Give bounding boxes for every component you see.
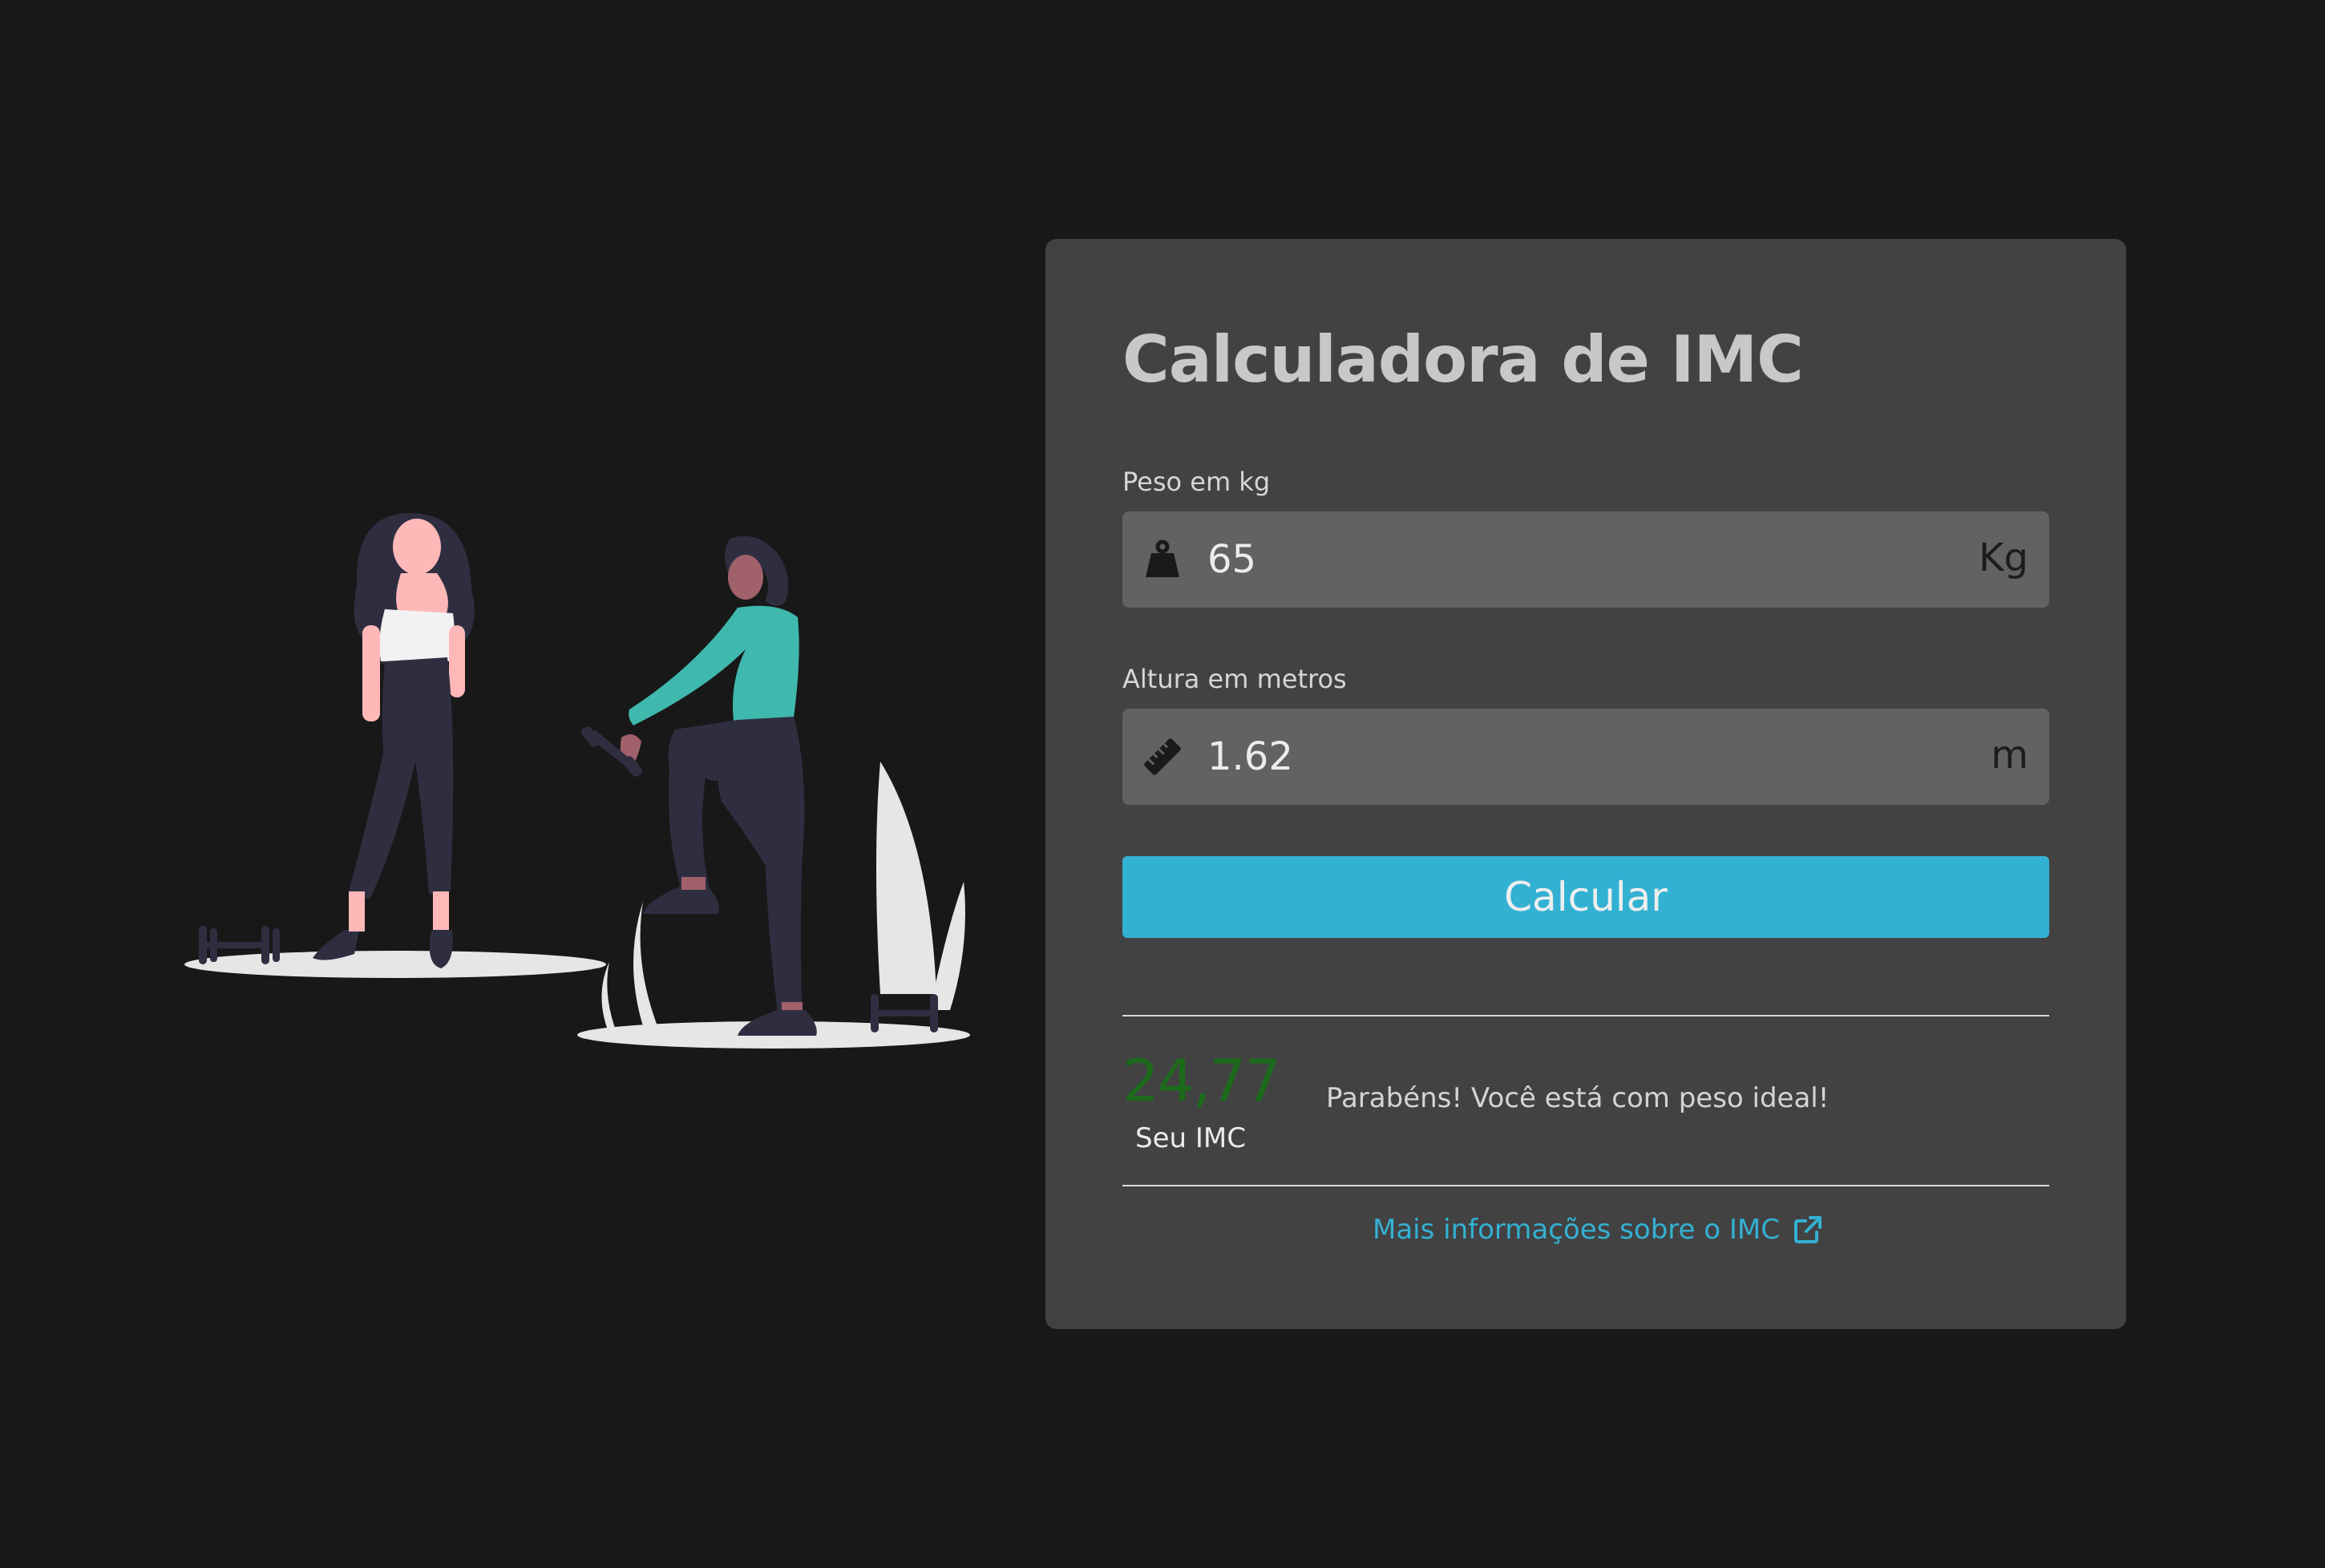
- external-link-icon: [1793, 1216, 1822, 1243]
- weight-input[interactable]: [1207, 527, 1929, 592]
- page-title: Calculadora de IMC: [1122, 322, 1804, 397]
- more-info-label: Mais informações sobre o IMC: [1373, 1214, 1780, 1246]
- height-label: Altura em metros: [1122, 664, 1347, 694]
- ruler-icon: [1144, 738, 1181, 775]
- more-info-link[interactable]: Mais informações sobre o IMC: [1373, 1214, 1823, 1246]
- imc-result-message: Parabéns! Você está com peso ideal!: [1326, 1082, 1830, 1114]
- imc-result-label: Seu IMC: [1135, 1122, 1246, 1154]
- weight-unit: Kg: [1979, 535, 2028, 580]
- calculate-button[interactable]: Calcular: [1122, 856, 2049, 938]
- imc-result-value: 24,77: [1122, 1047, 1281, 1114]
- fitness-illustration: [184, 513, 970, 1049]
- result-divider-bottom: [1122, 1185, 2049, 1186]
- weight-label: Peso em kg: [1122, 467, 1271, 497]
- height-unit: m: [1991, 733, 2028, 778]
- height-field: m: [1122, 709, 2049, 805]
- weight-icon: [1146, 540, 1179, 577]
- height-input[interactable]: [1207, 725, 1929, 789]
- weight-field: Kg: [1122, 511, 2049, 608]
- imc-calculator-card: Calculadora de IMC Peso em kg Kg Altura …: [1045, 239, 2126, 1329]
- result-divider-top: [1122, 1015, 2049, 1016]
